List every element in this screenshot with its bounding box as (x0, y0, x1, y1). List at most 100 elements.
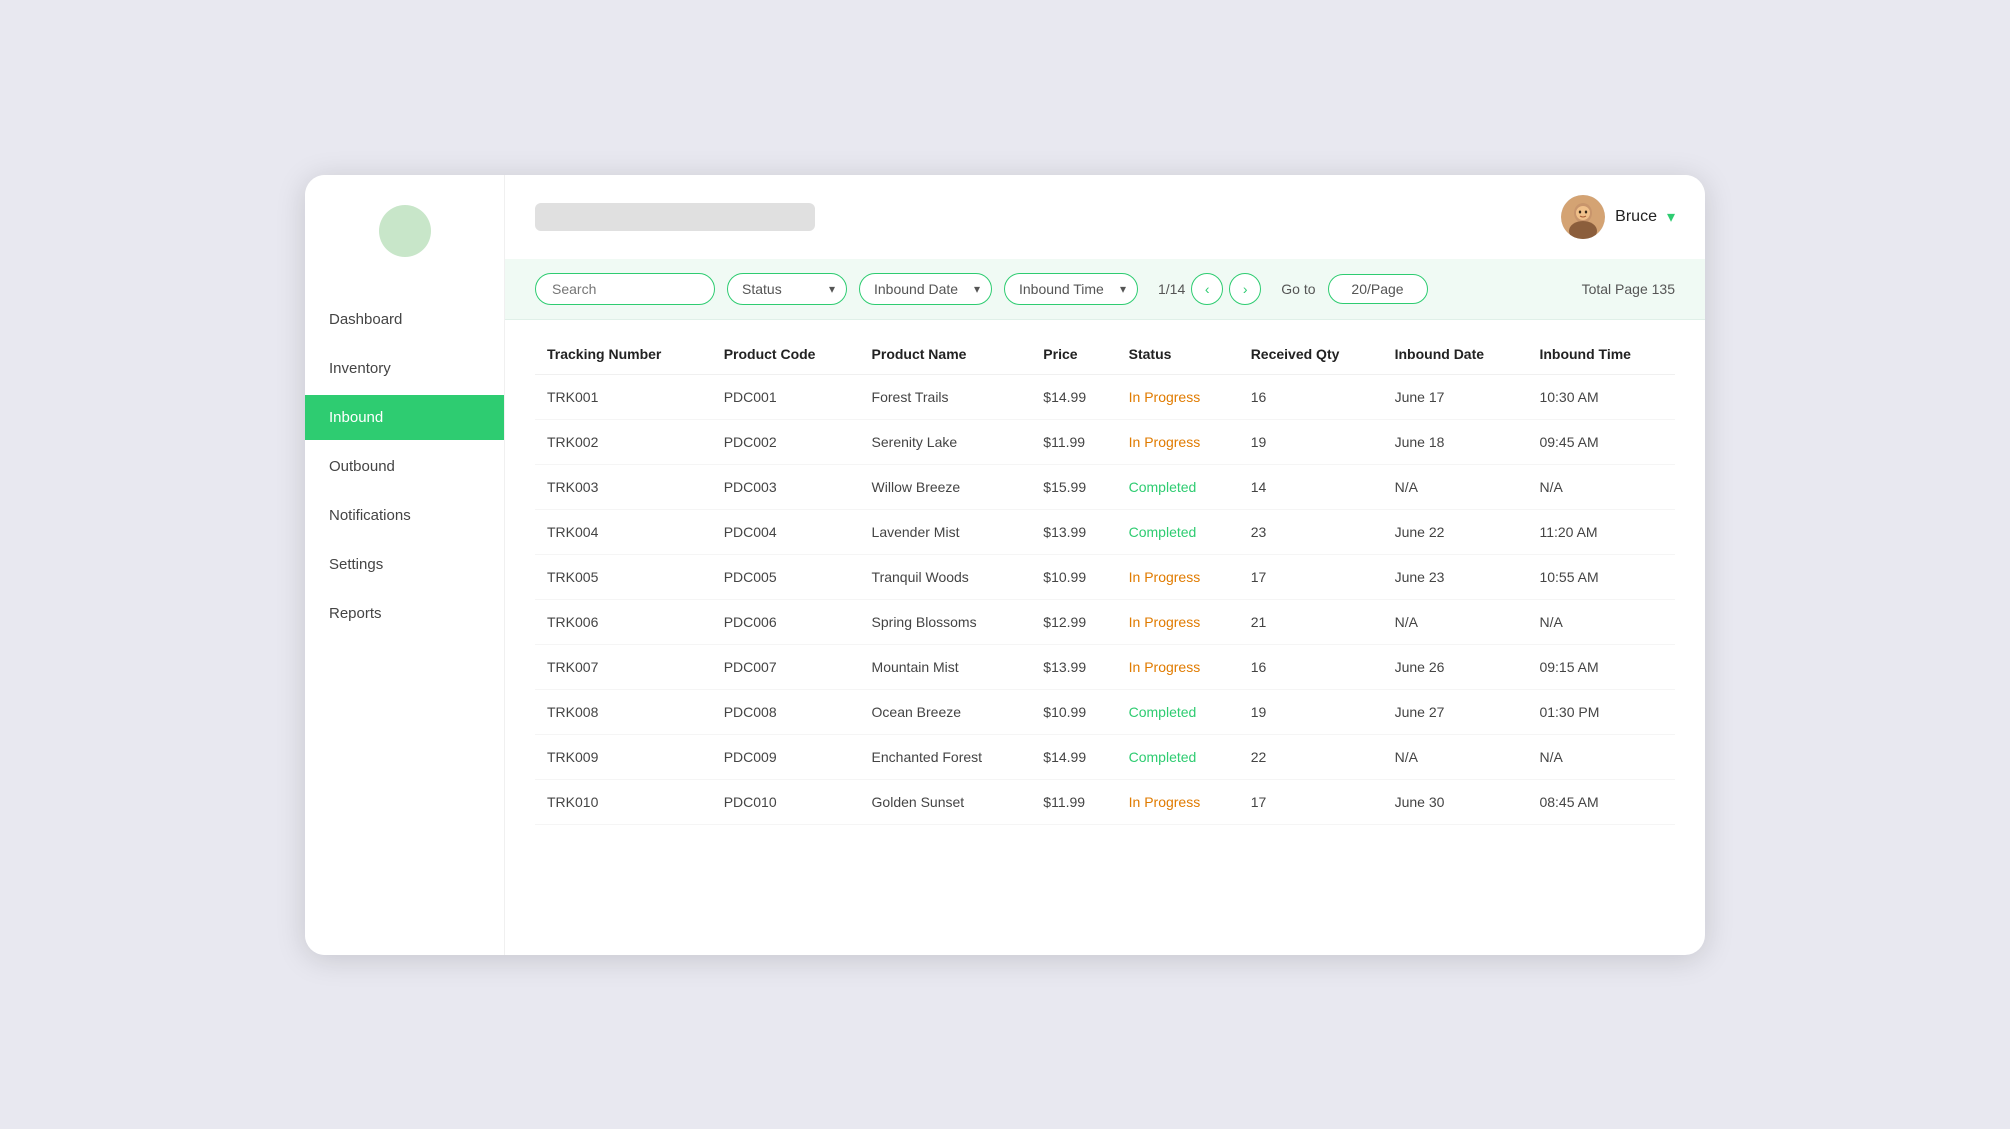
sidebar-item-label: Dashboard (329, 311, 402, 328)
col-product-name: Product Name (860, 330, 1032, 375)
cell-code: PDC001 (712, 374, 860, 419)
sidebar-item-inventory[interactable]: Inventory (305, 346, 504, 391)
table-container: Tracking Number Product Code Product Nam… (505, 320, 1705, 955)
cell-price: $11.99 (1031, 779, 1116, 824)
chevron-down-icon[interactable]: ▾ (1667, 207, 1675, 227)
col-status: Status (1117, 330, 1239, 375)
header-user: Bruce ▾ (1561, 195, 1675, 239)
cell-code: PDC003 (712, 464, 860, 509)
cell-code: PDC008 (712, 689, 860, 734)
cell-date: June 23 (1383, 554, 1528, 599)
cell-qty: 19 (1239, 689, 1383, 734)
pagination-info: 1/14 (1158, 281, 1185, 297)
cell-name: Willow Breeze (860, 464, 1032, 509)
cell-status: In Progress (1117, 599, 1239, 644)
cell-price: $10.99 (1031, 554, 1116, 599)
table-row: TRK009 PDC009 Enchanted Forest $14.99 Co… (535, 734, 1675, 779)
inbound-table: Tracking Number Product Code Product Nam… (535, 330, 1675, 825)
col-price: Price (1031, 330, 1116, 375)
cell-code: PDC009 (712, 734, 860, 779)
cell-tracking: TRK002 (535, 419, 712, 464)
table-body: TRK001 PDC001 Forest Trails $14.99 In Pr… (535, 374, 1675, 824)
inbound-date-filter-wrapper: Inbound Date (859, 273, 992, 305)
cell-price: $14.99 (1031, 734, 1116, 779)
sidebar-item-outbound[interactable]: Outbound (305, 444, 504, 489)
goto-input[interactable] (1328, 274, 1428, 304)
sidebar-item-reports[interactable]: Reports (305, 591, 504, 636)
cell-time: 09:45 AM (1527, 419, 1675, 464)
cell-price: $12.99 (1031, 599, 1116, 644)
cell-price: $10.99 (1031, 689, 1116, 734)
sidebar-item-inbound[interactable]: Inbound (305, 395, 504, 440)
sidebar-item-label: Outbound (329, 458, 395, 475)
table-row: TRK007 PDC007 Mountain Mist $13.99 In Pr… (535, 644, 1675, 689)
cell-date: N/A (1383, 464, 1528, 509)
cell-name: Golden Sunset (860, 779, 1032, 824)
sidebar-item-label: Notifications (329, 507, 411, 524)
cell-date: June 18 (1383, 419, 1528, 464)
table-row: TRK005 PDC005 Tranquil Woods $10.99 In P… (535, 554, 1675, 599)
cell-time: 10:30 AM (1527, 374, 1675, 419)
pagination-controls: 1/14 ‹ › (1150, 273, 1261, 305)
pagination-next-button[interactable]: › (1229, 273, 1261, 305)
cell-date: June 22 (1383, 509, 1528, 554)
col-received-qty: Received Qty (1239, 330, 1383, 375)
cell-date: June 27 (1383, 689, 1528, 734)
cell-status: In Progress (1117, 554, 1239, 599)
col-inbound-date: Inbound Date (1383, 330, 1528, 375)
cell-status: Completed (1117, 464, 1239, 509)
cell-date: N/A (1383, 734, 1528, 779)
sidebar: Dashboard Inventory Inbound Outbound Not… (305, 175, 505, 955)
header-title-bar (535, 203, 815, 231)
avatar (1561, 195, 1605, 239)
cell-status: Completed (1117, 689, 1239, 734)
sidebar-item-settings[interactable]: Settings (305, 542, 504, 587)
sidebar-item-label: Inventory (329, 360, 391, 377)
cell-price: $13.99 (1031, 509, 1116, 554)
table-row: TRK006 PDC006 Spring Blossoms $12.99 In … (535, 599, 1675, 644)
cell-status: Completed (1117, 509, 1239, 554)
cell-time: 09:15 AM (1527, 644, 1675, 689)
cell-time: 08:45 AM (1527, 779, 1675, 824)
cell-price: $14.99 (1031, 374, 1116, 419)
inbound-time-filter[interactable]: Inbound Time (1004, 273, 1138, 305)
cell-time: 10:55 AM (1527, 554, 1675, 599)
goto-label: Go to (1281, 281, 1315, 297)
cell-qty: 23 (1239, 509, 1383, 554)
cell-tracking: TRK007 (535, 644, 712, 689)
search-input[interactable] (535, 273, 715, 305)
cell-qty: 17 (1239, 779, 1383, 824)
header: Bruce ▾ (505, 175, 1705, 259)
cell-tracking: TRK004 (535, 509, 712, 554)
cell-tracking: TRK008 (535, 689, 712, 734)
filter-bar: Status In Progress Completed Inbound Dat… (505, 259, 1705, 320)
cell-name: Tranquil Woods (860, 554, 1032, 599)
cell-date: June 17 (1383, 374, 1528, 419)
cell-qty: 16 (1239, 644, 1383, 689)
cell-qty: 14 (1239, 464, 1383, 509)
sidebar-item-notifications[interactable]: Notifications (305, 493, 504, 538)
cell-qty: 19 (1239, 419, 1383, 464)
cell-qty: 17 (1239, 554, 1383, 599)
table-row: TRK001 PDC001 Forest Trails $14.99 In Pr… (535, 374, 1675, 419)
sidebar-nav: Dashboard Inventory Inbound Outbound Not… (305, 297, 504, 636)
sidebar-item-dashboard[interactable]: Dashboard (305, 297, 504, 342)
inbound-date-filter[interactable]: Inbound Date (859, 273, 992, 305)
cell-tracking: TRK009 (535, 734, 712, 779)
inbound-time-filter-wrapper: Inbound Time (1004, 273, 1138, 305)
cell-code: PDC007 (712, 644, 860, 689)
cell-time: 11:20 AM (1527, 509, 1675, 554)
cell-date: N/A (1383, 599, 1528, 644)
sidebar-logo (379, 205, 431, 257)
cell-name: Spring Blossoms (860, 599, 1032, 644)
cell-name: Forest Trails (860, 374, 1032, 419)
table-row: TRK010 PDC010 Golden Sunset $11.99 In Pr… (535, 779, 1675, 824)
status-filter[interactable]: Status In Progress Completed (727, 273, 847, 305)
cell-time: N/A (1527, 464, 1675, 509)
table-row: TRK002 PDC002 Serenity Lake $11.99 In Pr… (535, 419, 1675, 464)
col-tracking-number: Tracking Number (535, 330, 712, 375)
cell-code: PDC002 (712, 419, 860, 464)
cell-status: In Progress (1117, 779, 1239, 824)
pagination-prev-button[interactable]: ‹ (1191, 273, 1223, 305)
cell-code: PDC004 (712, 509, 860, 554)
